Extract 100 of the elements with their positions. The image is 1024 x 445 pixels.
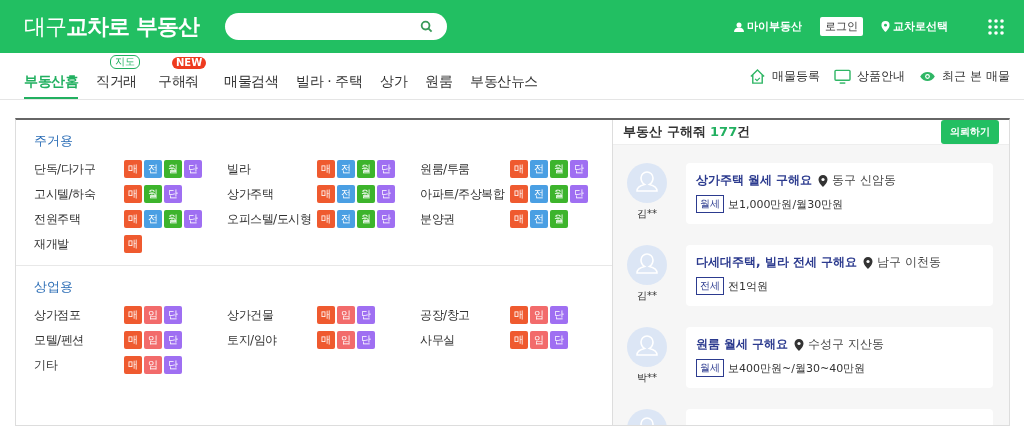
my-page-link[interactable]: 마이부동산 [734,19,802,34]
property-type-link[interactable]: 오피스텔/도시형 [227,210,317,228]
deal-type-tag[interactable]: 매 [317,331,335,349]
property-type-link[interactable]: 상가주택 [227,185,317,203]
deal-type-tag[interactable]: 매 [317,210,335,228]
nav-tab[interactable]: 부동산홈 [24,67,78,99]
deal-type-tag[interactable]: 매 [124,356,142,374]
property-type-link[interactable]: 공장/창고 [420,306,510,324]
deal-type-tag[interactable]: 매 [124,306,142,324]
deal-type-tag[interactable]: 월 [550,185,568,203]
deal-type-tag[interactable]: 단 [377,160,395,178]
deal-type-tag[interactable]: 단 [570,160,588,178]
request-title-link[interactable]: 상가주택 월세 구해요 [696,172,813,189]
nav-tab[interactable]: 원룸 [425,67,453,99]
deal-type-tag[interactable]: 임 [337,331,355,349]
deal-type-tag[interactable]: 단 [550,331,568,349]
deal-type-tag[interactable]: 전 [530,185,548,203]
deal-type-tag[interactable]: 임 [530,331,548,349]
property-type-link[interactable]: 재개발 [34,235,124,253]
deal-type-tag[interactable]: 단 [184,160,202,178]
deal-type-tag[interactable]: 월 [357,160,375,178]
property-type-link[interactable]: 기타 [34,356,124,374]
deal-type-tag[interactable]: 전 [337,210,355,228]
deal-type-tag[interactable]: 매 [510,160,528,178]
deal-type-tag[interactable]: 매 [510,210,528,228]
deal-type-tag[interactable]: 단 [164,356,182,374]
deal-type-tag[interactable]: 월 [144,185,162,203]
property-type-link[interactable]: 단독/다가구 [34,160,124,178]
login-button[interactable]: 로그인 [820,17,863,36]
property-type-link[interactable]: 토지/임야 [227,331,317,349]
deal-type-tag[interactable]: 단 [164,306,182,324]
deal-type-tag[interactable]: 월 [550,210,568,228]
deal-type-tag[interactable]: 단 [377,210,395,228]
deal-type-tag[interactable]: 매 [317,185,335,203]
deal-type-tag[interactable]: 매 [317,306,335,324]
property-type-link[interactable]: 상가건물 [227,306,317,324]
deal-type-tag[interactable]: 단 [570,185,588,203]
region-select-link[interactable]: 교차로선택 [881,19,948,34]
property-type-link[interactable]: 빌라 [227,160,317,178]
property-type-link[interactable]: 사무실 [420,331,510,349]
deal-type-tag[interactable]: 전 [337,185,355,203]
property-type-link[interactable]: 고시텔/하숙 [34,185,124,203]
apps-menu-icon[interactable] [988,18,1004,35]
deal-type-tag[interactable]: 매 [510,306,528,324]
property-type-link[interactable]: 아파트/주상복합 [420,185,510,203]
deal-type-tag[interactable]: 매 [124,185,142,203]
deal-type-tag[interactable]: 월 [357,210,375,228]
recent-viewed-link[interactable]: 최근 본 매물 [919,67,1010,85]
search-icon[interactable] [419,20,433,33]
deal-type-tag[interactable]: 월 [357,185,375,203]
deal-type-tag[interactable]: 전 [144,210,162,228]
deal-type-tag[interactable]: 전 [530,160,548,178]
nav-tab[interactable]: 빌라 · 주택 [296,67,363,99]
deal-type-tag[interactable]: 임 [337,306,355,324]
deal-type-tag[interactable]: 매 [124,235,142,253]
rent-type-label: 월세 [696,359,724,377]
deal-type-tag[interactable]: 월 [164,210,182,228]
deal-type-tag[interactable]: 임 [144,356,162,374]
request-card[interactable]: 다세대주택, 빌라 전세 구해요 남구 이천동 전세 전1억원 [686,245,993,306]
deal-type-tag[interactable]: 매 [510,331,528,349]
deal-type-tag[interactable]: 매 [317,160,335,178]
deal-type-tag[interactable]: 단 [377,185,395,203]
search-field[interactable] [224,13,447,40]
deal-type-tag[interactable]: 임 [530,306,548,324]
request-card[interactable]: 상가주택 월세 구해요 동구 신암동 월세 보1,000만원/월30만원 [686,163,993,224]
deal-type-tag[interactable]: 매 [510,185,528,203]
deal-type-tag[interactable]: 단 [357,331,375,349]
property-type-link[interactable]: 원룸/투룸 [420,160,510,178]
nav-tab[interactable]: 부동산뉴스 [470,67,538,99]
requester-name: 박** [637,371,657,385]
deal-type-tag[interactable]: 단 [550,306,568,324]
request-title-link[interactable]: 다세대주택, 빌라 전세 구해요 [696,254,858,271]
deal-type-tag[interactable]: 전 [530,210,548,228]
deal-type-tag[interactable]: 월 [550,160,568,178]
request-title-link[interactable]: 원룸 월세 구해요 [696,336,789,353]
nav-tab[interactable]: 상가 [380,67,408,99]
property-type-link[interactable]: 모텔/펜션 [34,331,124,349]
deal-type-tag[interactable]: 임 [144,331,162,349]
property-type-link[interactable]: 상가점포 [34,306,124,324]
deal-type-tag[interactable]: 전 [144,160,162,178]
deal-type-tag[interactable]: 매 [124,210,142,228]
deal-type-tag[interactable]: 단 [164,331,182,349]
nav-tab[interactable]: 매물검색 [224,67,279,99]
nav-tab[interactable]: 직거래 [96,67,137,99]
nav-tab[interactable]: 구해줘 [158,67,199,99]
register-listing-link[interactable]: 매물등록 [749,67,821,85]
deal-type-tag[interactable]: 단 [184,210,202,228]
deal-type-tag[interactable]: 매 [124,160,142,178]
deal-type-tag[interactable]: 단 [357,306,375,324]
request-card[interactable]: 원룸 월세 구해요 수성구 지산동 월세 보400만원~/월30~40만원 [686,327,993,388]
property-type-link[interactable]: 전원주택 [34,210,124,228]
product-info-link[interactable]: 상품안내 [834,67,906,85]
site-logo[interactable]: 대구교차로 부동산 [24,11,199,42]
deal-type-tag[interactable]: 월 [164,160,182,178]
property-type-link[interactable]: 분양권 [420,210,510,228]
deal-type-tag[interactable]: 매 [124,331,142,349]
request-button[interactable]: 의뢰하기 [941,120,999,144]
deal-type-tag[interactable]: 단 [164,185,182,203]
deal-type-tag[interactable]: 임 [144,306,162,324]
deal-type-tag[interactable]: 전 [337,160,355,178]
